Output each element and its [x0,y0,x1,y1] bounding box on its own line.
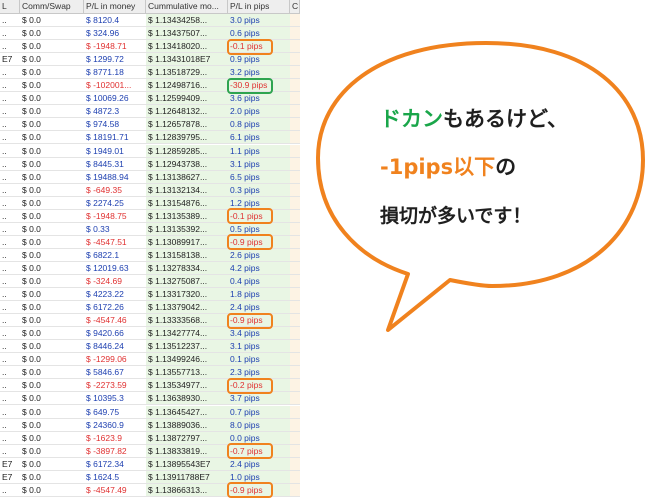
bubble-line-2: -1pips以下の [380,151,516,181]
bubble-line-1-highlight: ドカン [380,107,443,131]
bubble-line-3: 損切が多いです！ [380,205,532,227]
bubble-line-2-highlight: -1pips以下 [380,155,496,179]
bubble-line-1: ドカンもあるけど、 [380,103,568,133]
bubble-line-2-rest: の [495,155,517,179]
speech-bubble [316,41,645,332]
speech-bubble-shape [316,41,645,332]
bubble-line-1-rest: もあるけど、 [443,107,568,131]
